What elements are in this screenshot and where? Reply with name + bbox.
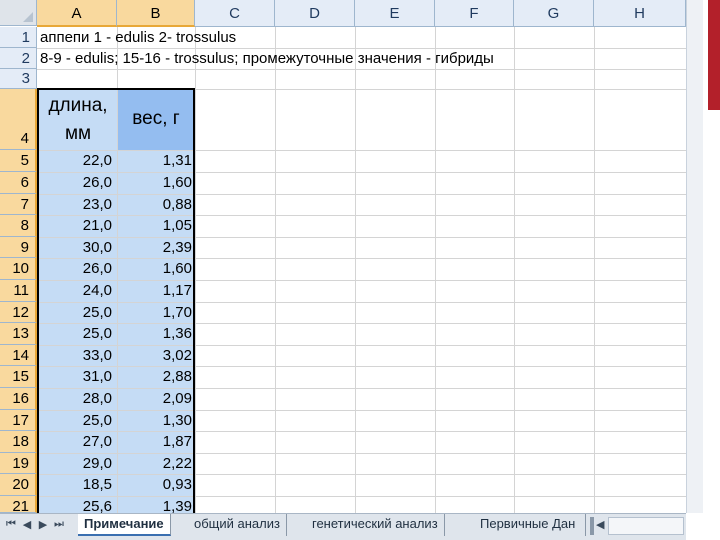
row-header-13[interactable]: 13 [0,323,37,345]
row-header-5[interactable]: 5 [0,150,37,172]
row-header-7[interactable]: 7 [0,194,37,215]
column-header-f[interactable]: F [435,0,514,27]
row-header-1[interactable]: 1 [0,27,37,48]
row-header-9[interactable]: 9 [0,237,37,258]
select-all-corner[interactable] [0,0,37,26]
row-header-4[interactable]: 4 [0,89,37,150]
row-header-6[interactable]: 6 [0,172,37,194]
gridline-vertical [195,27,196,513]
gridline-vertical [355,27,356,513]
column-header-b[interactable]: B [117,0,195,27]
row-header-20[interactable]: 20 [0,474,37,496]
cell-a2[interactable]: 8-9 - edulis; 15-16 - trossulus; промежу… [40,50,494,67]
column-header-h[interactable]: H [594,0,686,27]
column-header-a[interactable]: A [37,0,117,27]
row-header-11[interactable]: 11 [0,280,37,302]
row-header-17[interactable]: 17 [0,410,37,431]
row-header-19[interactable]: 19 [0,453,37,474]
gridline-vertical [435,27,436,513]
selection-border [37,88,195,513]
column-header-e[interactable]: E [355,0,435,27]
row-header-12[interactable]: 12 [0,302,37,323]
row-header-14[interactable]: 14 [0,345,37,366]
row-header-2[interactable]: 2 [0,48,37,69]
gridline-horizontal [37,69,686,70]
sheet-tab-bar: ⏮ ◀ ▶ ⏭ Примечание общий анализ генетиче… [0,513,686,540]
row-header-21[interactable]: 21 [0,496,37,513]
column-header-g[interactable]: G [514,0,594,27]
tab-primechanie[interactable]: Примечание [78,514,171,536]
accent-bar [708,0,720,110]
scroll-left-icon[interactable]: ◀ [596,518,604,531]
column-header-row: A B C D E F G H [0,0,686,27]
row-header-15[interactable]: 15 [0,366,37,388]
row-header-3[interactable]: 3 [0,69,37,89]
cell-a1[interactable]: аппепи 1 - edulis 2- trossulus [40,29,236,46]
tab-split-handle[interactable] [590,517,594,535]
row-header-10[interactable]: 10 [0,258,37,280]
prev-sheet-icon[interactable]: ◀ [20,518,34,531]
horizontal-scrollbar[interactable] [608,517,684,535]
gridline-vertical [275,27,276,513]
row-header-8[interactable]: 8 [0,215,37,237]
gridline-horizontal [37,48,686,49]
column-header-d[interactable]: D [275,0,355,27]
first-sheet-icon[interactable]: ⏮ [4,518,18,531]
vertical-scrollbar[interactable] [686,0,703,513]
tab-obshchiy-analiz[interactable]: общий анализ [188,514,287,536]
spreadsheet-grid[interactable]: A B C D E F G H 1 2 3 4 5 6 7 8 9 10 11 … [0,0,686,513]
next-sheet-icon[interactable]: ▶ [36,518,50,531]
tab-geneticheskiy-analiz[interactable]: генетический анализ [306,514,445,536]
gridline-vertical [514,27,515,513]
row-header-18[interactable]: 18 [0,431,37,453]
tab-pervichnye-dannye[interactable]: Первичные Дан [474,514,586,536]
gridline-vertical [594,27,595,513]
last-sheet-icon[interactable]: ⏭ [52,518,66,531]
column-header-c[interactable]: C [195,0,275,27]
row-header-16[interactable]: 16 [0,388,37,410]
